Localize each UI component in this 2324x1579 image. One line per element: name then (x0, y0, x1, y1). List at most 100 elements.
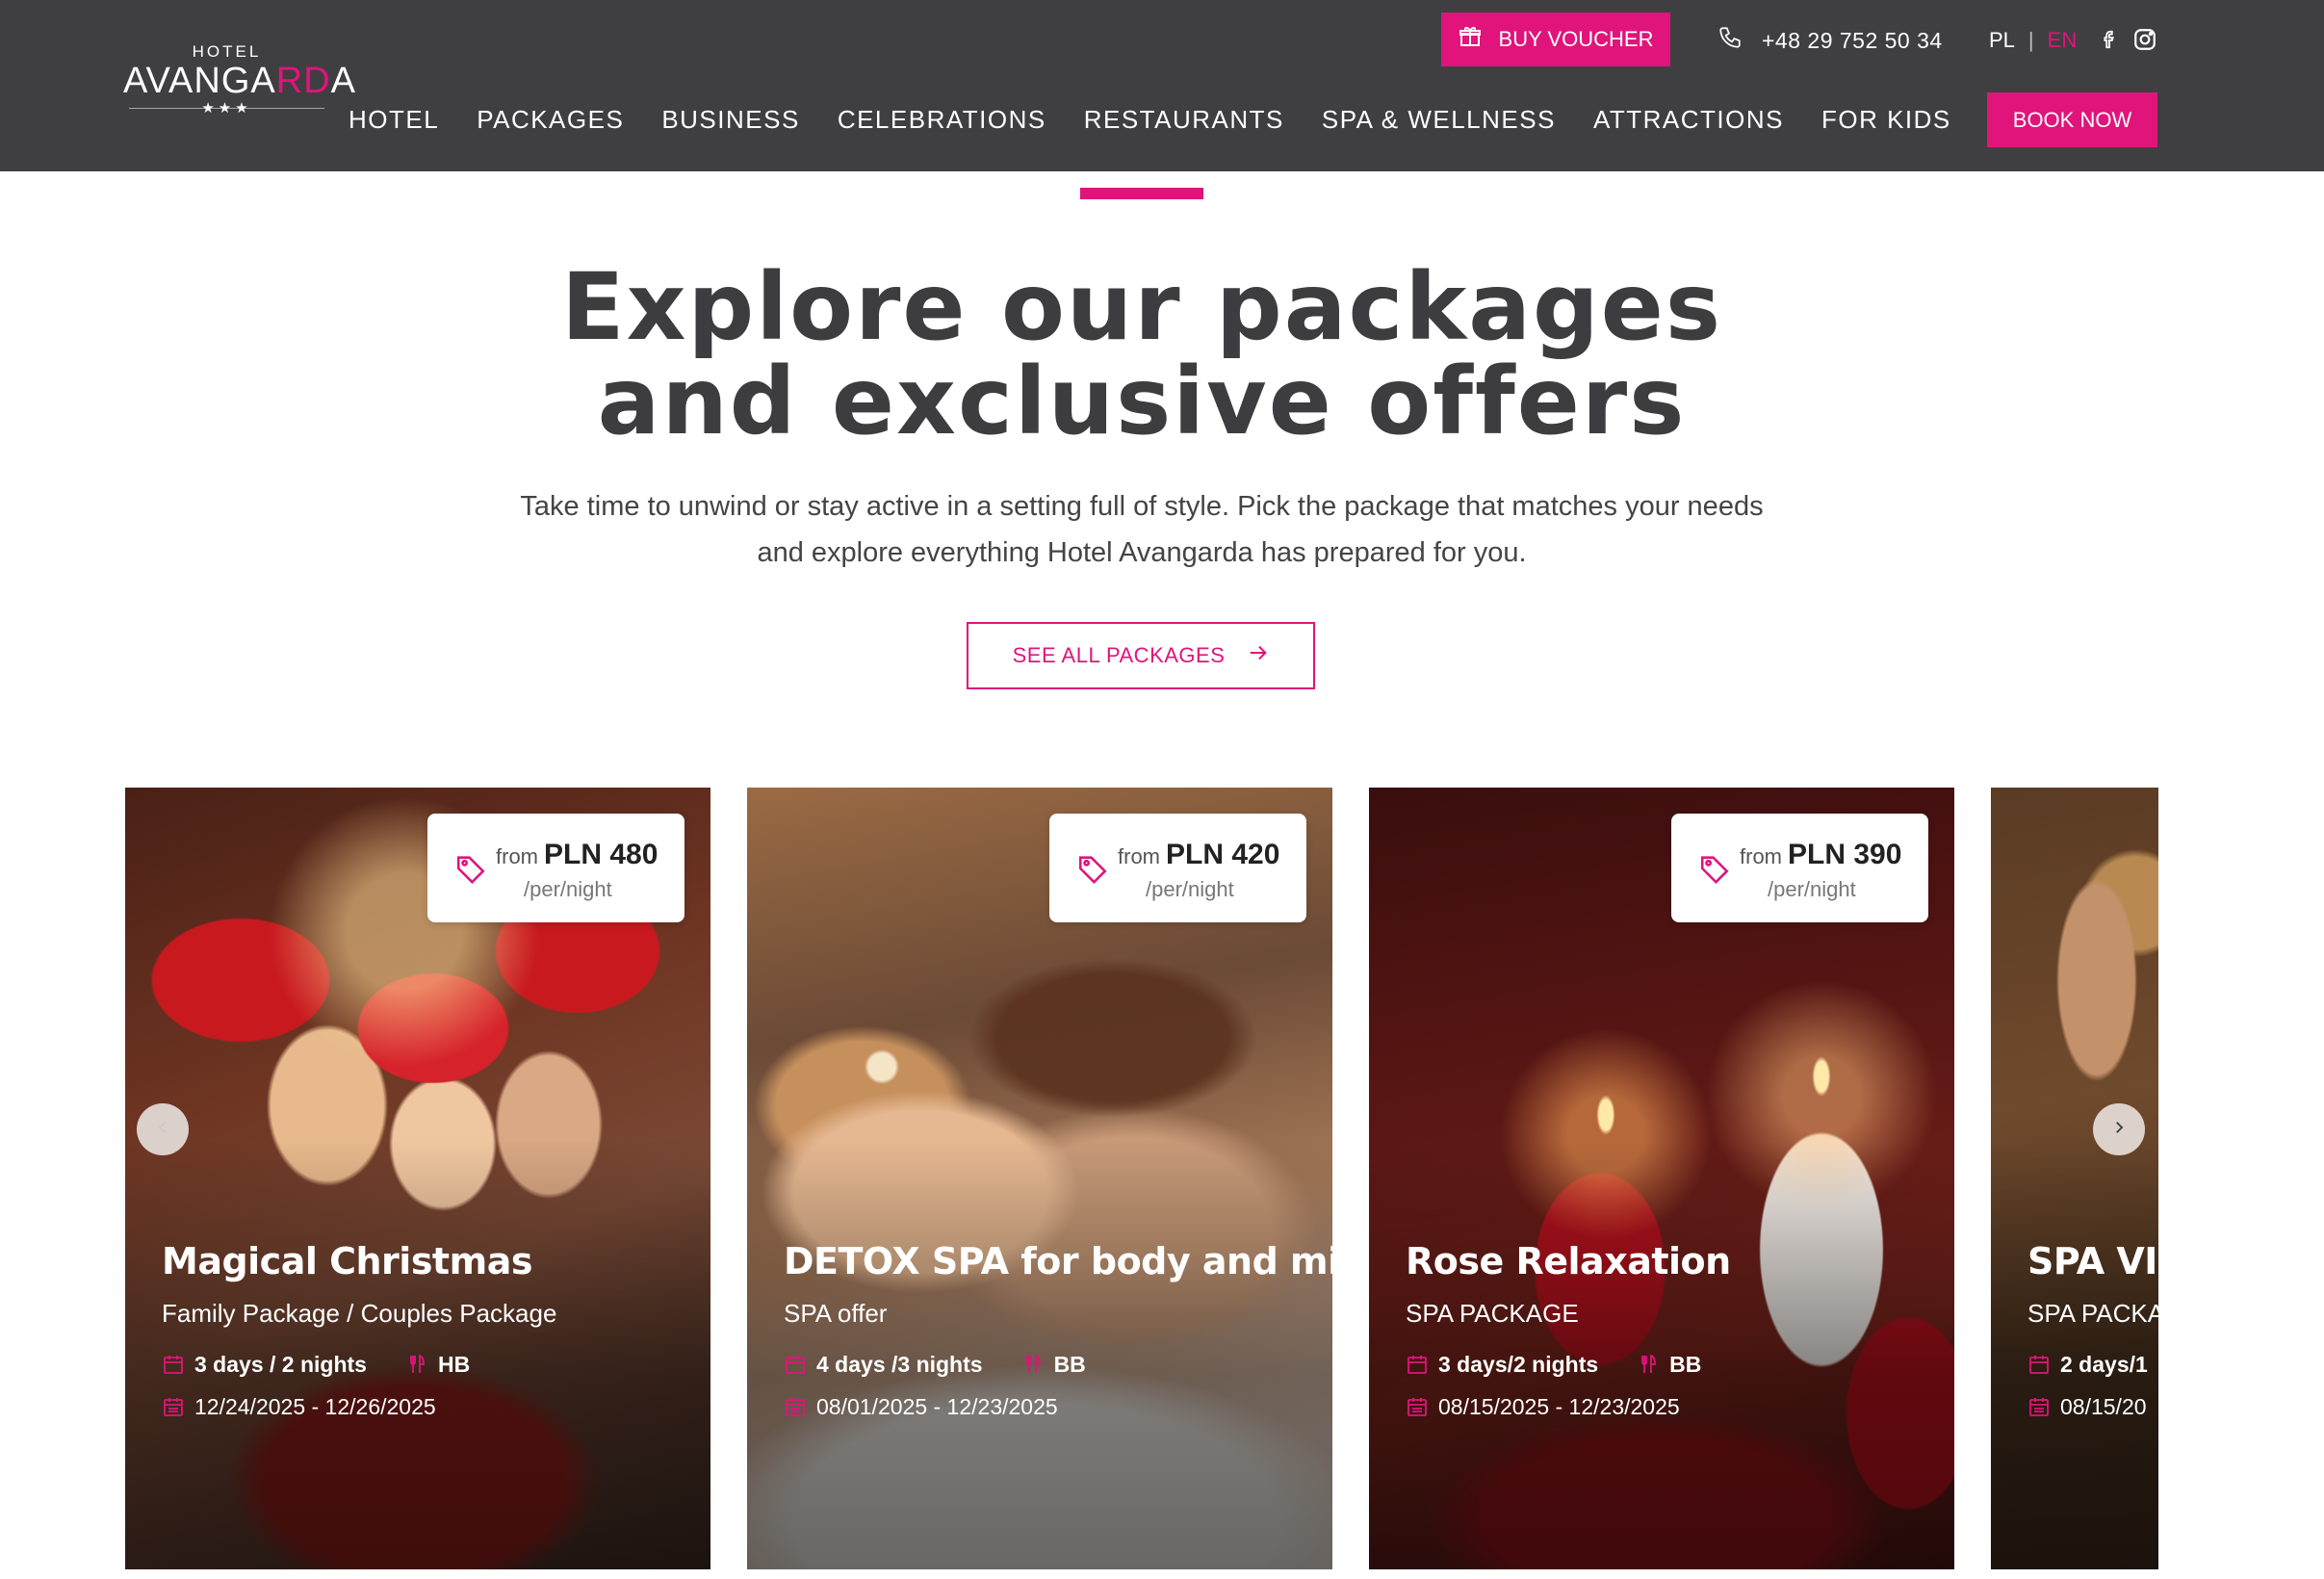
package-board: HB (437, 1352, 471, 1377)
price-badge: from PLN 420 /per/night (1049, 814, 1306, 922)
package-meta: 4 days /3 nights BB (784, 1352, 1086, 1378)
package-card-spa-visit[interactable]: SPA VISI SPA PACKA 2 days/1 08/15/20 (1991, 788, 2158, 1569)
package-dates: 08/01/2025 - 12/23/2025 (784, 1394, 1058, 1420)
packages-carousel: from PLN 480 /per/night Magical Christmas… (125, 788, 2158, 1569)
see-all-packages-label: SEE ALL PACKAGES (1012, 643, 1226, 667)
calendar-icon (2027, 1353, 2053, 1378)
package-duration: 3 days/2 nights (1438, 1352, 1599, 1377)
package-board: BB (1053, 1352, 1086, 1377)
nav-celebrations[interactable]: CELEBRATIONS (838, 100, 1046, 139)
package-dates: 08/15/20 (2027, 1394, 2147, 1420)
logo-stars: ★★★ (201, 100, 252, 116)
logo-word-end: A (330, 61, 356, 101)
package-title: DETOX SPA for body and mind (784, 1240, 1332, 1282)
calendar-icon (784, 1395, 809, 1420)
cutlery-icon (1637, 1353, 1662, 1378)
package-card-magical-christmas[interactable]: from PLN 480 /per/night Magical Christmas… (125, 788, 710, 1569)
hotel-logo[interactable]: HOTEL AVANGARDA ★★★ (123, 42, 355, 123)
logo-wordmark: AVANGARDA (123, 61, 355, 101)
package-duration: 4 days /3 nights (816, 1352, 983, 1377)
phone-number: +48 29 752 50 34 (1762, 27, 1943, 53)
package-card-detox-spa[interactable]: from PLN 420 /per/night DETOX SPA for bod… (747, 788, 1332, 1569)
phone-icon (1717, 25, 1743, 56)
calendar-icon (162, 1395, 187, 1420)
logo-word-part: AVANGA (123, 61, 276, 101)
nav-spa-wellness[interactable]: SPA & WELLNESS (1322, 100, 1556, 139)
price-per: /per/night (524, 877, 612, 901)
calendar-icon (1406, 1353, 1431, 1378)
see-all-packages-button[interactable]: SEE ALL PACKAGES (967, 622, 1315, 689)
nav-for-kids[interactable]: FOR KIDS (1821, 100, 1951, 139)
book-now-button[interactable]: BOOK NOW (1987, 92, 2157, 147)
logo-divider (129, 108, 324, 109)
package-duration: 3 days / 2 nights (194, 1352, 367, 1377)
package-meta: 3 days/2 nights BB (1406, 1352, 1701, 1378)
arrow-right-icon (1248, 642, 1269, 669)
price-per: /per/night (1146, 877, 1234, 901)
package-date-range: 08/15/20 (2060, 1394, 2147, 1419)
calendar-icon (2027, 1395, 2053, 1420)
package-subtitle: SPA PACKAGE (1406, 1299, 1579, 1328)
package-subtitle: Family Package / Couples Package (162, 1299, 557, 1328)
package-title: Magical Christmas (162, 1240, 532, 1282)
price-value: PLN 420 (1166, 839, 1280, 870)
buy-voucher-button[interactable]: BUY VOUCHER (1441, 13, 1670, 66)
package-duration: 2 days/1 (2060, 1352, 2148, 1377)
instagram-icon[interactable] (2130, 25, 2159, 54)
package-date-range: 08/01/2025 - 12/23/2025 (816, 1394, 1058, 1419)
nav-attractions[interactable]: ATTRACTIONS (1593, 100, 1784, 139)
lang-en[interactable]: EN (2048, 28, 2078, 53)
package-meta: 2 days/1 (2027, 1352, 2148, 1378)
package-dates: 12/24/2025 - 12/26/2025 (162, 1394, 436, 1420)
logo-hotel-text: HOTEL (192, 42, 262, 61)
package-title: Rose Relaxation (1406, 1240, 1731, 1282)
section-accent-bar (1080, 188, 1203, 199)
calendar-icon (1406, 1395, 1431, 1420)
logo-word-accent: RD (275, 61, 331, 101)
gift-icon (1459, 25, 1482, 54)
price-from: from PLN 420 (1118, 839, 1279, 871)
price-from-label: from (1118, 844, 1160, 868)
lang-separator: | (2027, 28, 2034, 52)
price-from-label: from (1740, 844, 1782, 868)
carousel-prev-button[interactable] (137, 1103, 189, 1155)
image-overlay (1991, 788, 2158, 1569)
package-subtitle: SPA PACKA (2027, 1299, 2158, 1328)
intro-text-line-2: and explore everything Hotel Avangarda h… (757, 537, 1527, 568)
package-board: BB (1669, 1352, 1702, 1377)
page-title: Explore our packages and exclusive offer… (0, 260, 2284, 449)
calendar-icon (162, 1353, 187, 1378)
package-card-rose-relaxation[interactable]: from PLN 390 /per/night Rose Relaxation S… (1369, 788, 1954, 1569)
price-per: /per/night (1768, 877, 1856, 901)
package-dates: 08/15/2025 - 12/23/2025 (1406, 1394, 1680, 1420)
price-tag-icon (454, 852, 487, 885)
lang-pl[interactable]: PL (1989, 28, 2015, 53)
nav-restaurants[interactable]: RESTAURANTS (1084, 100, 1284, 139)
nav-business[interactable]: BUSINESS (661, 100, 800, 139)
price-value: PLN 480 (544, 839, 658, 870)
intro-text-line-1: Take time to unwind or stay active in a … (520, 491, 1764, 522)
page-title-line-2: and exclusive offers (597, 348, 1687, 455)
price-from: from PLN 480 (496, 839, 658, 871)
price-badge: from PLN 390 /per/night (1671, 814, 1928, 922)
nav-packages[interactable]: PACKAGES (477, 100, 624, 139)
cutlery-icon (1021, 1353, 1046, 1378)
nav-hotel[interactable]: HOTEL (349, 100, 439, 139)
package-meta: 3 days / 2 nights HB (162, 1352, 470, 1378)
package-subtitle: SPA offer (784, 1299, 888, 1328)
calendar-icon (784, 1353, 809, 1378)
facebook-icon[interactable] (2095, 25, 2124, 54)
phone-link[interactable]: +48 29 752 50 34 (1717, 23, 1943, 58)
price-tag-icon (1698, 852, 1731, 885)
package-date-range: 12/24/2025 - 12/26/2025 (194, 1394, 436, 1419)
price-value: PLN 390 (1788, 839, 1902, 870)
price-tag-icon (1076, 852, 1109, 885)
page-title-line-1: Explore our packages (560, 253, 1722, 361)
site-header: HOTEL AVANGARDA ★★★ BUY VOUCHER +48 29 7… (0, 0, 2324, 171)
intro-text: Take time to unwind or stay active in a … (443, 483, 1841, 576)
language-switcher: PL | EN (1989, 23, 2077, 58)
carousel-next-button[interactable] (2093, 1103, 2145, 1155)
package-title: SPA VISI (2027, 1240, 2158, 1282)
cutlery-icon (405, 1353, 430, 1378)
price-badge: from PLN 480 /per/night (427, 814, 684, 922)
